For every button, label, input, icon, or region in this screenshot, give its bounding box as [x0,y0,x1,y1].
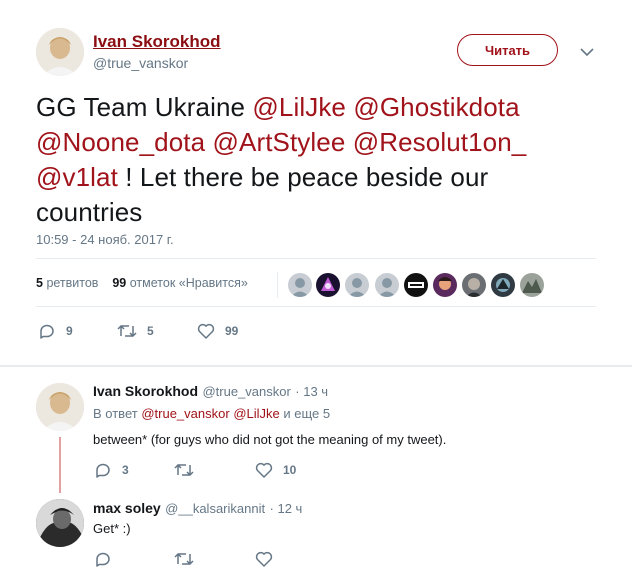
liker-avatar[interactable] [345,273,369,297]
tweet-stats: 5 ретвитов 99 отметок «Нравится» [36,276,248,290]
reply-author-name[interactable]: max soley [93,500,161,516]
divider [36,258,596,259]
reply-avatar[interactable] [36,383,84,431]
likes-stat[interactable]: 99 отметок «Нравится» [112,276,247,290]
reply-avatar[interactable] [36,499,84,547]
reply-author-handle[interactable]: @true_vanskor [202,384,290,399]
liker-avatar[interactable] [520,273,544,297]
retweet-icon [174,552,194,566]
in-reply-to-suffix[interactable]: и еще 5 [283,406,330,421]
retweet-icon [117,324,137,338]
in-reply-to-mention[interactable]: @true_vanskor [141,406,229,421]
like-button[interactable]: 99 [197,322,238,340]
chevron-down-icon[interactable] [580,44,594,57]
retweets-label: ретвитов [46,276,99,290]
like-button[interactable]: 10 [255,461,296,479]
author-name[interactable]: Ivan Skorokhod [93,32,221,52]
heart-icon [255,551,273,567]
reply-author-name[interactable]: Ivan Skorokhod [93,383,198,399]
reply-button[interactable] [94,550,122,568]
reply-header: max soley @__kalsarikannit · 12 ч [93,500,302,518]
reply-icon [96,552,110,567]
author-handle[interactable]: @true_vanskor [93,55,188,71]
reply-text: between* (for guys who did not got the m… [93,432,447,447]
reply-author-handle[interactable]: @__kalsarikannit [165,501,265,516]
reply-count: 9 [66,324,73,338]
mention-link[interactable]: @v1lat [36,162,118,192]
reply-time[interactable]: · 13 ч [295,384,328,399]
liker-avatar[interactable] [491,273,515,297]
likes-label: отметок «Нравится» [129,276,248,290]
heart-icon [197,323,215,339]
retweet-button[interactable]: 5 [117,322,154,340]
liker-avatar[interactable] [375,273,399,297]
reply-icon [96,463,110,478]
reply-header: Ivan Skorokhod @true_vanskor · 13 ч [93,383,328,401]
tweet-text-segment: GG Team Ukraine [36,92,253,122]
like-button[interactable] [255,550,283,568]
reply-count: 3 [122,463,129,477]
mention-link[interactable]: @Noone_dota [36,127,205,157]
reply-icon [40,324,54,339]
liker-avatar[interactable] [433,273,457,297]
tweet-timestamp[interactable]: 10:59 - 24 нояб. 2017 г. [36,232,174,247]
in-reply-to: В ответ @true_vanskor @LilJke и еще 5 [93,406,330,421]
thread-line [59,437,61,493]
retweet-button[interactable] [174,461,204,479]
stats-separator [277,272,278,298]
follow-button[interactable]: Читать [457,34,558,66]
reply-button[interactable]: 9 [38,322,73,340]
retweet-button[interactable] [174,550,204,568]
retweet-count: 5 [147,324,154,338]
retweets-stat[interactable]: 5 ретвитов [36,276,98,290]
heart-icon [255,462,273,478]
like-count: 10 [283,463,297,477]
tweet-text-segment [205,127,212,157]
like-count: 99 [225,324,239,338]
likes-count: 99 [112,276,127,290]
liker-avatar[interactable] [462,273,486,297]
reply-text: Get* :) [93,521,131,536]
mention-link[interactable]: @Resolut1on_ [353,127,527,157]
tweet-text-segment [345,127,352,157]
liker-avatar[interactable] [288,273,312,297]
author-avatar[interactable] [36,28,84,76]
retweet-icon [174,463,194,477]
liker-avatar[interactable] [316,273,340,297]
mention-link[interactable]: @LilJke [252,92,346,122]
retweets-count: 5 [36,276,43,290]
mention-link[interactable]: @Ghostikdota [353,92,519,122]
in-reply-to-prefix: В ответ [93,406,138,421]
reply-button[interactable]: 3 [94,461,129,479]
in-reply-to-mention[interactable]: @LilJke [233,406,279,421]
reply-time[interactable]: · 12 ч [270,501,303,516]
section-separator [0,365,632,367]
mention-link[interactable]: @ArtStylee [213,127,346,157]
liker-avatar[interactable] [404,273,428,297]
tweet-text: GG Team Ukraine @LilJke @Ghostikdota @No… [36,90,596,230]
divider [36,306,596,307]
